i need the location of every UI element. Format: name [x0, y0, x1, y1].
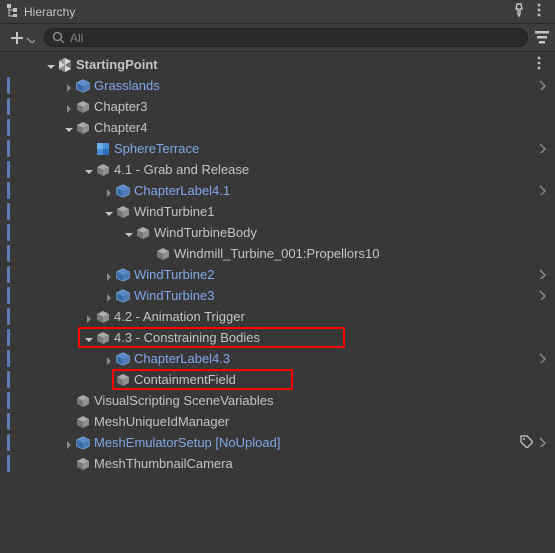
node-label: SphereTerrace [114, 141, 535, 156]
tree-row-sec42[interactable]: 4.2 - Animation Trigger [0, 306, 555, 327]
search-input[interactable] [68, 30, 523, 46]
expand-toggle[interactable] [60, 436, 74, 450]
expand-toggle[interactable] [100, 289, 114, 303]
tree-row-meshuniqueid[interactable]: MeshUniqueIdManager [0, 411, 555, 432]
expand-toggle[interactable] [60, 100, 74, 114]
gameobject-icon [74, 414, 92, 430]
gameobject-icon [74, 393, 92, 409]
gameobject-icon [74, 99, 92, 115]
tree-row-chapter3[interactable]: Chapter3 [0, 96, 555, 117]
expand-toggle[interactable] [100, 352, 114, 366]
gameobject-icon [134, 225, 152, 241]
node-label: WindTurbine2 [134, 267, 535, 282]
node-label: WindTurbine1 [134, 204, 555, 219]
chevron-right-icon[interactable] [535, 351, 547, 366]
tree-row-windturbine2[interactable]: WindTurbine2 [0, 264, 555, 285]
node-label: Chapter4 [94, 120, 555, 135]
node-label: 4.3 - Constraining Bodies [114, 330, 555, 345]
tree-row-sphereterrace[interactable]: SphereTerrace [0, 138, 555, 159]
node-label: ChapterLabel4.1 [134, 183, 535, 198]
create-button[interactable] [6, 29, 38, 47]
search-icon [51, 30, 64, 46]
tree-row-sec43[interactable]: 4.3 - Constraining Bodies [0, 327, 555, 348]
node-label: MeshEmulatorSetup [NoUpload] [94, 435, 519, 450]
prefab-icon [114, 183, 132, 199]
gameobject-icon [94, 330, 112, 346]
chevron-right-icon[interactable] [535, 141, 547, 156]
panel-header: Hierarchy [0, 0, 555, 24]
node-label: Grasslands [94, 78, 535, 93]
tree-row-sec41[interactable]: 4.1 - Grab and Release [0, 159, 555, 180]
tag-icon [519, 434, 533, 451]
node-label: WindTurbine3 [134, 288, 535, 303]
node-label: ContainmentField [134, 372, 555, 387]
tree-row-windturbine3[interactable]: WindTurbine3 [0, 285, 555, 306]
chevron-right-icon[interactable] [535, 183, 547, 198]
chevron-right-icon[interactable] [535, 78, 547, 93]
hierarchy-icon [6, 3, 20, 20]
unity-scene-icon [56, 57, 74, 73]
node-label: Windmill_Turbine_001:Propellors10 [174, 246, 555, 261]
expand-toggle[interactable] [42, 58, 56, 72]
chevron-right-icon[interactable] [535, 267, 547, 282]
panel-menu-button[interactable] [529, 2, 549, 21]
node-label: Chapter3 [94, 99, 555, 114]
expand-toggle[interactable] [80, 331, 94, 345]
expand-toggle[interactable] [60, 121, 74, 135]
hierarchy-toolbar [0, 24, 555, 52]
gameobject-icon [74, 456, 92, 472]
scene-row-startingpoint[interactable]: StartingPoint [0, 54, 555, 75]
tree-row-chapterlabel41[interactable]: ChapterLabel4.1 [0, 180, 555, 201]
expand-toggle[interactable] [120, 226, 134, 240]
node-label: VisualScripting SceneVariables [94, 393, 555, 408]
prefab-icon [74, 78, 92, 94]
expand-toggle[interactable] [60, 79, 74, 93]
tree-row-windturbinebody[interactable]: WindTurbineBody [0, 222, 555, 243]
search-field[interactable] [44, 28, 528, 47]
gameobject-icon [114, 204, 132, 220]
expand-toggle[interactable] [80, 163, 94, 177]
node-label: ChapterLabel4.3 [134, 351, 535, 366]
tree-row-meshemulator[interactable]: MeshEmulatorSetup [NoUpload] [0, 432, 555, 453]
tree-row-containmentfield[interactable]: ContainmentField [0, 369, 555, 390]
terrain-icon [94, 141, 112, 157]
scene-menu-button[interactable] [531, 55, 547, 74]
node-label: 4.2 - Animation Trigger [114, 309, 555, 324]
hierarchy-tree: StartingPoint Grasslands Chapter3 Chapte… [0, 52, 555, 474]
expand-toggle[interactable] [100, 205, 114, 219]
gameobject-icon [154, 246, 172, 262]
prefab-icon [114, 267, 132, 283]
gameobject-icon [94, 162, 112, 178]
node-label: 4.1 - Grab and Release [114, 162, 555, 177]
gameobject-icon [94, 309, 112, 325]
expand-toggle[interactable] [80, 310, 94, 324]
prefab-icon [114, 351, 132, 367]
chevron-right-icon[interactable] [535, 288, 547, 303]
expand-toggle[interactable] [100, 268, 114, 282]
pin-button[interactable] [509, 2, 529, 21]
prefab-icon [74, 435, 92, 451]
gameobject-icon [74, 120, 92, 136]
expand-toggle[interactable] [100, 184, 114, 198]
tree-row-chapter4[interactable]: Chapter4 [0, 117, 555, 138]
tree-row-chapterlabel43[interactable]: ChapterLabel4.3 [0, 348, 555, 369]
prefab-icon [114, 288, 132, 304]
node-label: WindTurbineBody [154, 225, 555, 240]
chevron-right-icon[interactable] [535, 435, 547, 450]
tree-row-propellors[interactable]: Windmill_Turbine_001:Propellors10 [0, 243, 555, 264]
tree-row-visualscripting[interactable]: VisualScripting SceneVariables [0, 390, 555, 411]
tree-row-windturbine1[interactable]: WindTurbine1 [0, 201, 555, 222]
filter-button[interactable] [534, 29, 549, 47]
scene-label: StartingPoint [76, 57, 531, 72]
gameobject-icon [114, 372, 132, 388]
panel-title: Hierarchy [24, 5, 75, 19]
node-label: MeshThumbnailCamera [94, 456, 555, 471]
tree-row-grasslands[interactable]: Grasslands [0, 75, 555, 96]
tree-row-meshthumbnail[interactable]: MeshThumbnailCamera [0, 453, 555, 474]
node-label: MeshUniqueIdManager [94, 414, 555, 429]
